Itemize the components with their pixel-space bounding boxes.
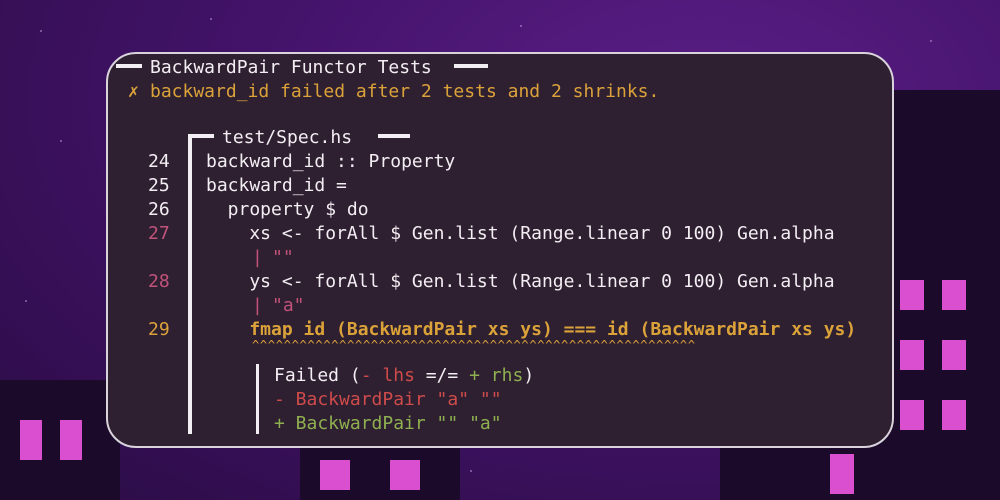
star xyxy=(210,18,212,20)
plus-sign: + xyxy=(469,365,480,386)
code-line: backward_id = xyxy=(206,175,347,196)
diff-header: Failed (- lhs =/= + rhs) xyxy=(274,364,534,388)
gutter-bar xyxy=(188,134,192,434)
file-rule-right xyxy=(378,134,410,138)
ys-value-annotation: "a" xyxy=(272,295,305,316)
xs-value-annotation: "" xyxy=(272,247,294,268)
code-line: xs <- forAll $ Gen.list (Range.linear 0 … xyxy=(206,223,835,244)
star xyxy=(520,25,522,27)
building xyxy=(0,380,120,500)
diff-plus-line: + BackwardPair "" "a" xyxy=(274,413,502,434)
line-number: 25 xyxy=(148,175,170,196)
star xyxy=(930,40,932,42)
code-line: backward_id :: Property xyxy=(206,151,456,172)
star xyxy=(60,140,62,142)
building xyxy=(300,440,460,500)
line-number: 26 xyxy=(148,199,170,220)
neq-label: =/= xyxy=(425,365,459,386)
failure-message: backward_id failed after 2 tests and 2 s… xyxy=(150,81,660,102)
diff-minus-line: - BackwardPair "a" "" xyxy=(274,389,502,410)
file-name: test/Spec.hs xyxy=(222,127,353,148)
failed-label: Failed ( xyxy=(274,365,361,386)
star xyxy=(40,30,42,32)
code-line: property $ do xyxy=(206,199,369,220)
code-line: ys <- forAll $ Gen.list (Range.linear 0 … xyxy=(206,271,835,292)
diff-bar xyxy=(256,364,259,434)
annotation-bar: | xyxy=(252,247,263,268)
minus-sign: - xyxy=(360,365,372,386)
rhs-label: rhs xyxy=(490,365,524,386)
terminal-window: BackwardPair Functor Tests ✗ backward_id… xyxy=(106,52,894,448)
building xyxy=(880,90,1000,500)
building xyxy=(720,440,890,500)
page-title: BackwardPair Functor Tests xyxy=(150,57,432,78)
error-carets: ^^^^^^^^^^^^^^^^^^^^^^^^^^^^^^^^^^^^^^^^… xyxy=(252,338,696,352)
line-number: 28 xyxy=(148,271,170,292)
file-rule-left xyxy=(188,134,214,138)
line-number: 29 xyxy=(148,319,170,340)
close-paren: ) xyxy=(523,365,535,386)
failure-icon: ✗ xyxy=(128,81,139,102)
header-rule-left xyxy=(116,64,142,68)
line-number: 24 xyxy=(148,151,170,172)
star xyxy=(25,300,27,302)
lhs-label: lhs xyxy=(382,365,415,386)
star xyxy=(470,470,472,472)
line-number: 27 xyxy=(148,223,170,244)
header-rule-right xyxy=(454,64,488,68)
annotation-bar: | xyxy=(252,295,263,316)
